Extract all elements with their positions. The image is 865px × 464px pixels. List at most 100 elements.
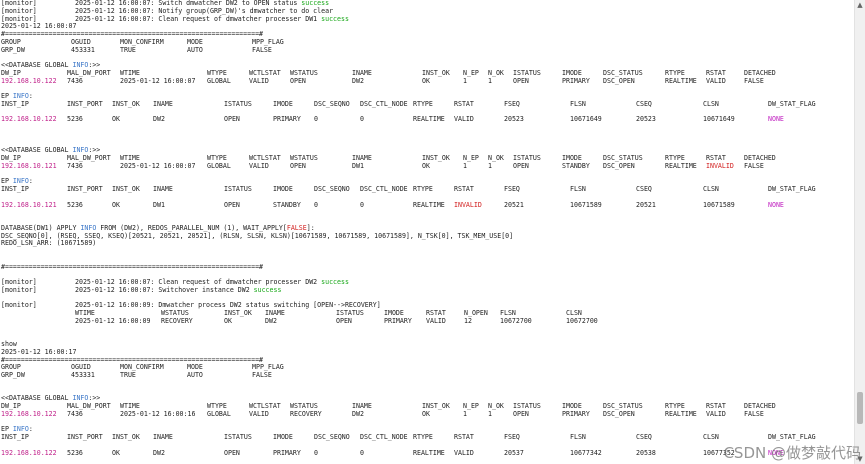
terminal-cell: CSEQ xyxy=(636,99,652,108)
terminal-cell: DW1 xyxy=(352,161,364,170)
terminal-cell: VALID xyxy=(249,76,269,85)
terminal-cell: ISTATUS xyxy=(224,99,252,108)
terminal-cell: 2025-01-12 16:00:07: Clean request of dm… xyxy=(75,14,349,23)
terminal-text: EP xyxy=(1,92,13,100)
terminal-cell: 10671649 xyxy=(703,115,735,124)
ip-address: 192.168.10.122 xyxy=(1,448,57,457)
scroll-up-arrow-icon[interactable]: ▲ xyxy=(855,0,865,10)
terminal-cell: 10671589 xyxy=(703,200,735,209)
terminal-line: REDO_LSN_ARR: (10671589) xyxy=(1,239,97,248)
terminal-cell: FALSE xyxy=(252,371,272,379)
terminal-cell: 1 xyxy=(463,161,467,170)
terminal-cell: INST_IP xyxy=(1,185,29,193)
terminal-cell: 1 xyxy=(488,409,492,418)
terminal-cell: FALSE xyxy=(744,76,764,85)
terminal-cell: PRIMARY xyxy=(273,115,301,124)
terminal-cell: INAME xyxy=(153,185,173,193)
terminal-cell: 453331 xyxy=(71,45,95,54)
terminal-cell: 10677342 xyxy=(570,448,602,457)
terminal-cell: REALTIME xyxy=(665,161,697,170)
terminal-cell: INST_IP xyxy=(1,99,29,108)
terminal-cell: 20523 xyxy=(504,115,524,124)
terminal-text: INFO xyxy=(12,92,29,100)
terminal-cell: IMODE xyxy=(273,433,293,441)
terminal-cell: INST_PORT xyxy=(67,433,103,441)
terminal-cell: AUTO xyxy=(187,45,203,54)
scrollbar-thumb[interactable] xyxy=(857,392,863,424)
terminal-cell: GLOBAL xyxy=(207,76,231,85)
terminal-line: #=======================================… xyxy=(1,262,264,272)
terminal-text: : xyxy=(28,177,33,186)
terminal-cell: [monitor] xyxy=(1,301,37,310)
terminal-cell: OK xyxy=(112,115,120,124)
terminal-text: #=======================================… xyxy=(1,262,264,271)
terminal-cell: PRIMARY xyxy=(562,409,590,418)
terminal-cell: ISTATUS xyxy=(224,433,252,441)
terminal-cell: 453331 xyxy=(71,371,95,379)
terminal-cell: INST_PORT xyxy=(67,185,103,193)
terminal-cell: OK xyxy=(422,76,430,85)
terminal-cell: 5236 xyxy=(67,200,83,209)
terminal-cell: OK xyxy=(422,161,430,170)
terminal-cell: 10672700 xyxy=(500,316,532,325)
terminal-cell: FSEQ xyxy=(504,185,520,193)
terminal-cell: GRP_DW xyxy=(1,371,25,379)
terminal-cell: 10672700 xyxy=(566,316,598,325)
terminal-cell: 2025-01-12 16:00:09 xyxy=(75,316,151,325)
terminal-text: :>> xyxy=(88,61,101,69)
terminal-cell: CLSN xyxy=(703,185,719,193)
terminal-cell: OPEN xyxy=(513,409,529,418)
terminal-text: : xyxy=(28,92,33,100)
terminal-cell: RTYPE xyxy=(413,99,433,108)
terminal-cell: DW_STAT_FLAG xyxy=(768,433,816,441)
ip-address: 192.168.10.122 xyxy=(1,409,57,418)
terminal-cell: IMODE xyxy=(273,185,293,193)
terminal-cell: DW_STAT_FLAG xyxy=(768,99,816,108)
terminal-cell: GRP_DW xyxy=(1,45,25,54)
terminal-cell: DSC_OPEN xyxy=(603,161,635,170)
terminal-cell: INAME xyxy=(153,433,173,441)
terminal-cell: 2025-01-12 16:00:07 xyxy=(120,161,196,170)
terminal-text: #=======================================… xyxy=(1,30,264,38)
terminal-cell: PRIMARY xyxy=(273,448,301,457)
terminal-cell: PRIMARY xyxy=(562,76,590,85)
terminal-cell: 1 xyxy=(463,409,467,418)
terminal-cell: 20537 xyxy=(504,448,524,457)
terminal-cell: 10671649 xyxy=(570,115,602,124)
terminal-cell: REALTIME xyxy=(665,76,697,85)
terminal-cell: 1 xyxy=(488,161,492,170)
terminal-cell: NONE xyxy=(768,115,784,124)
terminal-cell: VALID xyxy=(426,316,446,325)
terminal-cell: DW2 xyxy=(352,409,364,418)
terminal-cell: INST_OK xyxy=(112,433,140,441)
terminal-cell: 0 xyxy=(314,448,318,457)
terminal-cell: VALID xyxy=(249,161,269,170)
terminal-cell: OPEN xyxy=(336,316,352,325)
terminal-cell: FLSN xyxy=(570,99,586,108)
terminal-cell: 7436 xyxy=(67,409,83,418)
terminal-cell: OPEN xyxy=(290,76,306,85)
terminal-text: REDO_LSN_ARR: (10671589) xyxy=(1,239,97,248)
terminal-cell: CLSN xyxy=(703,433,719,441)
terminal-cell: DW1 xyxy=(153,200,165,209)
terminal-cell: FALSE xyxy=(744,161,764,170)
vertical-scrollbar[interactable]: ▲ ▼ xyxy=(854,0,865,464)
terminal-cell: VALID xyxy=(706,76,726,85)
terminal-cell: DSC_SEQNO xyxy=(314,433,350,441)
terminal-cell: RTYPE xyxy=(413,185,433,193)
terminal-cell: ISTATUS xyxy=(224,185,252,193)
terminal-cell: 0 xyxy=(314,200,318,209)
terminal-cell: RSTAT xyxy=(454,185,474,193)
terminal-cell: AUTO xyxy=(187,371,203,379)
terminal-cell: 5236 xyxy=(67,448,83,457)
terminal-cell: TRUE xyxy=(120,45,136,54)
terminal-cell: success xyxy=(301,0,330,7)
terminal-cell: FLSN xyxy=(570,433,586,441)
terminal-cell: 20521 xyxy=(504,200,524,209)
terminal-cell: 7436 xyxy=(67,161,83,170)
terminal-cell: DSC_CTL_NODE xyxy=(360,185,408,193)
terminal-cell: OK xyxy=(224,316,232,325)
terminal-cell: INST_PORT xyxy=(67,99,103,108)
terminal-cell: REALTIME xyxy=(413,448,445,457)
terminal-cell: RECOVERY xyxy=(290,409,322,418)
